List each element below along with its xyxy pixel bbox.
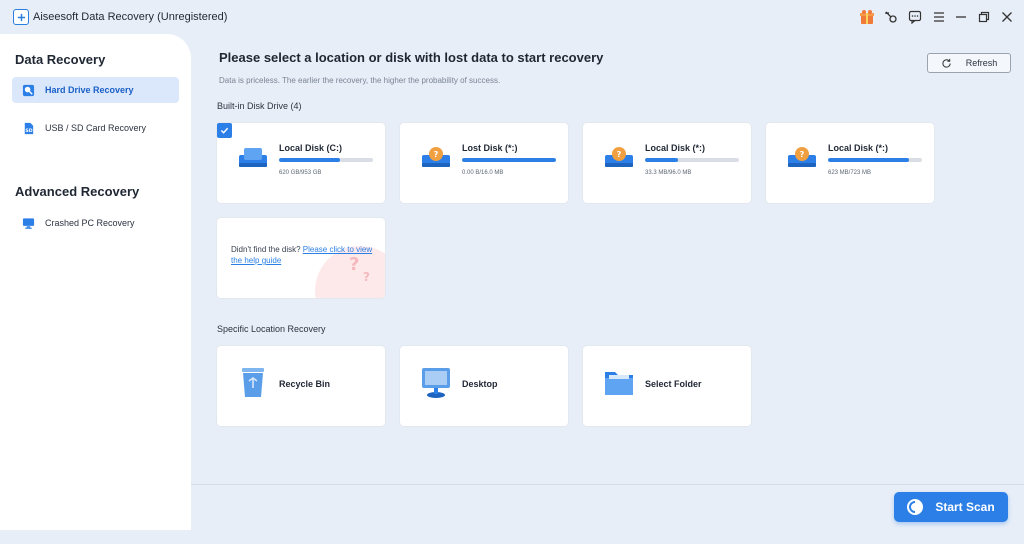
page-subtitle: Data is priceless. The earlier the recov… [219,76,501,85]
menu-icon[interactable] [930,8,948,26]
monitor-icon [22,217,35,229]
disk-usage-bar [279,158,373,162]
hard-disk-icon: ? [788,147,816,167]
builtin-disk-label: Built-in Disk Drive (4) [217,101,302,111]
disk-card-local-2[interactable]: ? Local Disk (*:) 33.3 MB/96.0 MB [583,123,751,203]
desktop-icon [422,368,450,398]
help-guide-prompt: Didn't find the disk? [231,245,303,254]
recycle-bin-icon [242,368,264,397]
sidebar-item-label: Crashed PC Recovery [45,218,135,228]
hard-drive-icon [22,84,35,96]
disk-usage-bar [645,158,739,162]
disk-size: 33.3 MB/96.0 MB [645,170,692,176]
restore-icon[interactable] [975,8,993,26]
scan-icon [907,499,924,515]
sidebar-section-advanced-recovery: Advanced Recovery [15,184,140,199]
disk-size: 623 MB/723 MB [828,170,872,176]
sidebar-item-label: USB / SD Card Recovery [45,123,147,133]
sidebar-item-hard-drive-recovery[interactable]: Hard Drive Recovery [12,77,179,103]
svg-text:?: ? [617,150,622,159]
sidebar-item-crashed-pc-recovery[interactable]: Crashed PC Recovery [12,210,179,236]
location-card-desktop[interactable]: Desktop [400,346,568,426]
refresh-label: Refresh [965,58,998,68]
key-icon[interactable] [882,8,900,26]
app-logo-icon [13,9,29,25]
location-card-recycle-bin[interactable]: Recycle Bin [217,346,385,426]
folder-icon [605,372,633,395]
specific-location-label: Specific Location Recovery [217,324,326,334]
disk-name: Local Disk (*:) [828,143,889,153]
disk-usage-bar [828,158,922,162]
question-mark-icon: ? [363,270,370,284]
help-guide-text: Didn't find the disk? Please click to vi… [231,244,379,266]
close-icon[interactable] [998,8,1016,26]
location-name: Select Folder [645,379,702,389]
location-name: Recycle Bin [279,379,331,389]
disk-usage-bar [462,158,556,162]
refresh-button[interactable]: Refresh [927,53,1011,73]
disk-card-local-c[interactable]: Local Disk (C:) 620 GB/953 GB [217,123,385,203]
feedback-icon[interactable] [906,8,924,26]
svg-text:SD: SD [25,128,32,134]
sidebar-item-usb-sd-card-recovery[interactable]: SD USB / SD Card Recovery [12,115,179,141]
disk-name: Local Disk (*:) [645,143,706,153]
sidebar-section-data-recovery: Data Recovery [15,52,106,67]
gift-icon[interactable] [858,8,876,26]
disk-name: Local Disk (C:) [279,143,343,153]
location-name: Desktop [462,379,498,389]
hard-disk-icon [239,148,267,167]
selected-checkmark-icon [217,123,232,138]
start-scan-label: Start Scan [935,500,995,514]
disk-name: Lost Disk (*:) [462,143,518,153]
location-card-select-folder[interactable]: Select Folder [583,346,751,426]
help-guide-card: ? ? Didn't find the disk? Please click t… [217,218,385,298]
disk-card-local-3[interactable]: ? Local Disk (*:) 623 MB/723 MB [766,123,934,203]
refresh-icon [942,58,951,68]
title-bar: Aiseesoft Data Recovery (Unregistered) [0,0,1024,34]
svg-text:?: ? [434,150,439,159]
footer-divider [191,484,1024,485]
start-scan-button[interactable]: Start Scan [894,492,1008,522]
disk-size: 620 GB/953 GB [279,170,322,176]
minimize-icon[interactable] [952,8,970,26]
sd-card-icon: SD [24,122,34,134]
sidebar-item-label: Hard Drive Recovery [45,85,134,95]
disk-card-lost[interactable]: ? Lost Disk (*:) 0.00 B/16.0 MB [400,123,568,203]
hard-disk-icon: ? [422,147,450,167]
hard-disk-icon: ? [605,147,633,167]
svg-text:?: ? [800,150,805,159]
page-title: Please select a location or disk with lo… [219,50,604,65]
sidebar: Data Recovery Hard Drive Recovery SD USB… [0,34,191,530]
disk-size: 0.00 B/16.0 MB [462,170,504,176]
window-title: Aiseesoft Data Recovery (Unregistered) [33,11,228,23]
